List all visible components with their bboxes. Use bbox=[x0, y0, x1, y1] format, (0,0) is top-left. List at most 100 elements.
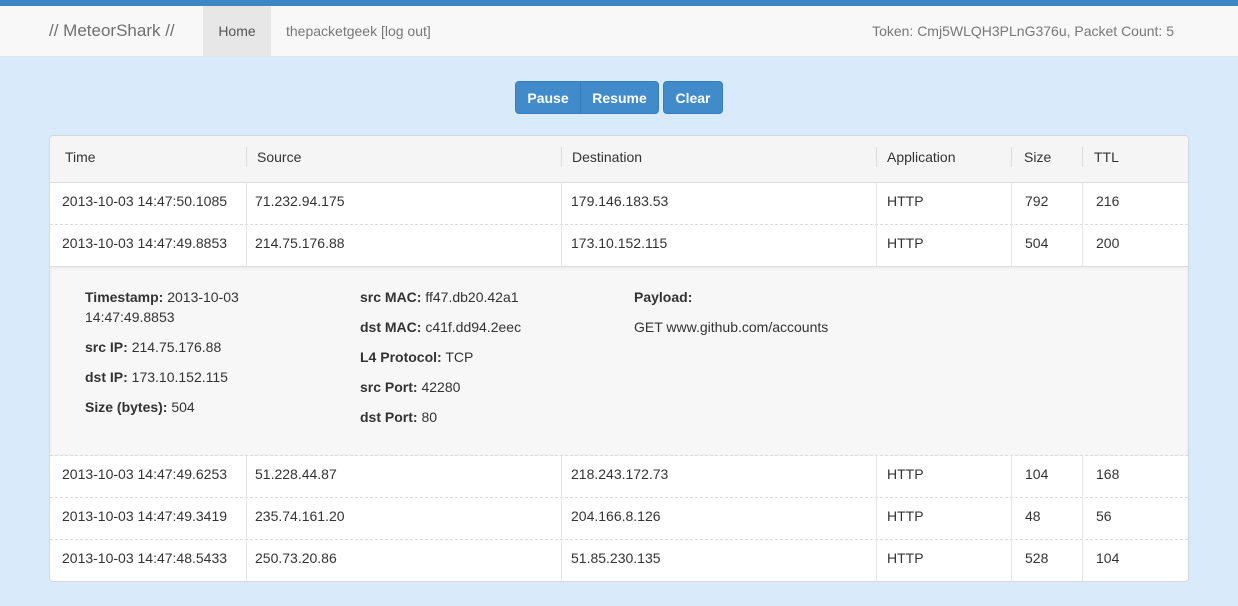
detail-value: TCP bbox=[445, 349, 474, 365]
column-divider bbox=[246, 455, 247, 497]
resume-button[interactable]: Resume bbox=[580, 81, 659, 114]
detail-column-ip: Timestamp: 2013-10-03 14:47:49.8853 src … bbox=[85, 287, 285, 427]
column-divider bbox=[876, 497, 877, 539]
detail-column-l2-l4: src MAC: ff47.db20.42a1 dst MAC: c41f.dd… bbox=[360, 287, 600, 437]
column-divider bbox=[1082, 539, 1083, 581]
clear-button[interactable]: Clear bbox=[663, 81, 723, 114]
column-divider bbox=[246, 224, 247, 266]
cell-destination: 218.243.172.73 bbox=[571, 466, 669, 482]
column-divider bbox=[1011, 224, 1012, 266]
detail-label: src Port: bbox=[360, 379, 418, 395]
cell-ttl: 104 bbox=[1096, 550, 1120, 566]
table-row[interactable]: 2013-10-03 14:47:49.6253 51.228.44.87 21… bbox=[50, 455, 1188, 498]
cell-application: HTTP bbox=[887, 550, 924, 566]
cell-source: 71.232.94.175 bbox=[255, 193, 345, 209]
detail-label: dst MAC: bbox=[360, 319, 422, 335]
detail-value: 173.10.152.115 bbox=[131, 369, 228, 385]
cell-time: 2013-10-03 14:47:49.6253 bbox=[62, 466, 228, 482]
detail-label: src MAC: bbox=[360, 289, 422, 305]
detail-label: Payload: bbox=[634, 289, 693, 305]
cell-size: 104 bbox=[1025, 466, 1049, 482]
cell-destination: 204.166.8.126 bbox=[571, 508, 661, 524]
detail-column-payload: Payload: GET www.github.com/accounts bbox=[634, 287, 1034, 347]
column-divider bbox=[561, 224, 562, 266]
table-row[interactable]: 2013-10-03 14:47:49.3419 235.74.161.20 2… bbox=[50, 497, 1188, 540]
detail-value: ff47.db20.42a1 bbox=[425, 289, 519, 305]
detail-l4-protocol: L4 Protocol: TCP bbox=[360, 347, 600, 367]
header-size[interactable]: Size bbox=[1024, 136, 1051, 182]
packet-table-panel: Time Source Destination Application Size… bbox=[49, 135, 1189, 582]
detail-dst-port: dst Port: 80 bbox=[360, 407, 600, 427]
detail-value: 214.75.176.88 bbox=[131, 339, 222, 355]
header-destination[interactable]: Destination bbox=[572, 136, 642, 182]
header-application[interactable]: Application bbox=[887, 136, 956, 182]
header-divider bbox=[1082, 147, 1083, 167]
cell-size: 504 bbox=[1025, 235, 1049, 251]
column-divider bbox=[1011, 182, 1012, 224]
column-divider bbox=[1082, 224, 1083, 266]
cell-destination: 51.85.230.135 bbox=[571, 550, 661, 566]
header-ttl[interactable]: TTL bbox=[1094, 136, 1119, 182]
header-divider bbox=[876, 147, 877, 167]
detail-payload-label: Payload: bbox=[634, 287, 1034, 307]
cell-size: 528 bbox=[1025, 550, 1049, 566]
detail-value: 504 bbox=[171, 399, 195, 415]
cell-source: 51.228.44.87 bbox=[255, 466, 337, 482]
detail-dst-mac: dst MAC: c41f.dd94.2eec bbox=[360, 317, 600, 337]
detail-label: L4 Protocol: bbox=[360, 349, 442, 365]
header-divider bbox=[1011, 147, 1012, 167]
detail-timestamp: Timestamp: 2013-10-03 14:47:49.8853 bbox=[85, 287, 285, 327]
cell-destination: 179.146.183.53 bbox=[571, 193, 669, 209]
detail-size: Size (bytes): 504 bbox=[85, 397, 285, 417]
detail-label: Timestamp: bbox=[85, 289, 164, 305]
column-divider bbox=[876, 455, 877, 497]
header-divider bbox=[561, 147, 562, 167]
header-divider bbox=[246, 147, 247, 167]
column-divider bbox=[1082, 497, 1083, 539]
cell-ttl: 200 bbox=[1096, 235, 1120, 251]
cell-application: HTTP bbox=[887, 508, 924, 524]
column-divider bbox=[246, 182, 247, 224]
cell-source: 235.74.161.20 bbox=[255, 508, 345, 524]
column-divider bbox=[561, 539, 562, 581]
detail-src-mac: src MAC: ff47.db20.42a1 bbox=[360, 287, 600, 307]
cell-size: 792 bbox=[1025, 193, 1049, 209]
table-row[interactable]: 2013-10-03 14:47:50.1085 71.232.94.175 1… bbox=[50, 182, 1188, 225]
cell-application: HTTP bbox=[887, 235, 924, 251]
detail-value: 42280 bbox=[421, 379, 461, 395]
cell-destination: 173.10.152.115 bbox=[571, 235, 668, 251]
nav-home-link[interactable]: Home bbox=[203, 6, 271, 56]
table-header: Time Source Destination Application Size… bbox=[50, 136, 1188, 183]
detail-payload-value: GET www.github.com/accounts bbox=[634, 319, 829, 335]
detail-src-port: src Port: 42280 bbox=[360, 377, 600, 397]
packet-detail-panel: Timestamp: 2013-10-03 14:47:49.8853 src … bbox=[50, 267, 1188, 456]
cell-ttl: 216 bbox=[1096, 193, 1120, 209]
column-divider bbox=[1082, 455, 1083, 497]
nav-user-logout-link[interactable]: thepacketgeek [log out] bbox=[286, 6, 431, 56]
token-packet-count-status: Token: Cmj5WLQH3PLnG376u, Packet Count: … bbox=[872, 23, 1174, 39]
cell-application: HTTP bbox=[887, 193, 924, 209]
detail-value: 80 bbox=[421, 409, 438, 425]
column-divider bbox=[876, 182, 877, 224]
cell-time: 2013-10-03 14:47:48.5433 bbox=[62, 550, 228, 566]
pause-button[interactable]: Pause bbox=[515, 81, 581, 114]
cell-source: 214.75.176.88 bbox=[255, 235, 345, 251]
cell-time: 2013-10-03 14:47:50.1085 bbox=[62, 193, 228, 209]
column-divider bbox=[1011, 455, 1012, 497]
column-divider bbox=[246, 539, 247, 581]
detail-src-ip: src IP: 214.75.176.88 bbox=[85, 337, 285, 357]
column-divider bbox=[561, 455, 562, 497]
app-brand[interactable]: // MeteorShark // bbox=[49, 6, 175, 56]
column-divider bbox=[561, 182, 562, 224]
cell-time: 2013-10-03 14:47:49.3419 bbox=[62, 508, 228, 524]
header-time[interactable]: Time bbox=[65, 136, 96, 182]
cell-application: HTTP bbox=[887, 466, 924, 482]
table-row-expanded[interactable]: 2013-10-03 14:47:49.8853 214.75.176.88 1… bbox=[50, 224, 1188, 267]
table-row[interactable]: 2013-10-03 14:47:48.5433 250.73.20.86 51… bbox=[50, 539, 1188, 581]
cell-source: 250.73.20.86 bbox=[255, 550, 337, 566]
column-divider bbox=[246, 497, 247, 539]
column-divider bbox=[561, 497, 562, 539]
detail-label: Size (bytes): bbox=[85, 399, 168, 415]
column-divider bbox=[1011, 497, 1012, 539]
header-source[interactable]: Source bbox=[257, 136, 301, 182]
